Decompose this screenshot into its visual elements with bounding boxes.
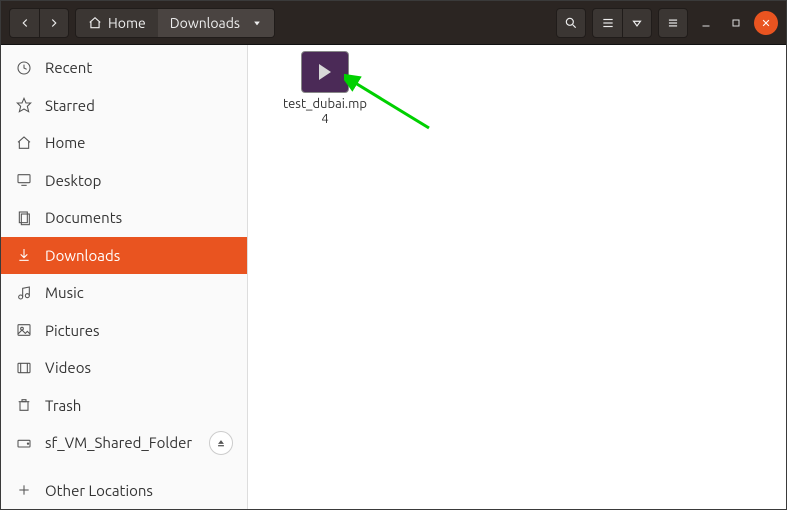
nav-buttons (9, 8, 69, 38)
path-current-label: Downloads (170, 15, 240, 31)
maximize-icon (730, 17, 742, 29)
sidebar-item-label: Documents (45, 209, 122, 226)
minimize-icon (700, 17, 712, 29)
sidebar-item-recent[interactable]: Recent (1, 49, 247, 87)
home-icon (88, 16, 102, 30)
sidebar-item-label: Downloads (45, 247, 120, 264)
video-icon (15, 359, 33, 377)
sidebar-item-shared-folder[interactable]: sf_VM_Shared_Folder (1, 424, 247, 462)
documents-icon (15, 209, 33, 227)
clock-icon (15, 59, 33, 77)
sidebar-item-videos[interactable]: Videos (1, 349, 247, 387)
sidebar-item-music[interactable]: Music (1, 274, 247, 312)
forward-button[interactable] (39, 8, 69, 38)
sidebar-item-label: Desktop (45, 172, 101, 189)
sidebar-item-documents[interactable]: Documents (1, 199, 247, 237)
sidebar-item-label: Starred (45, 97, 95, 114)
body: Recent Starred Home Desktop Documents Do… (1, 45, 786, 509)
sidebar-item-pictures[interactable]: Pictures (1, 312, 247, 350)
path-segment-current[interactable]: Downloads (158, 9, 274, 37)
close-button[interactable] (754, 11, 778, 35)
play-icon (319, 64, 331, 80)
path-bar: Home Downloads (75, 8, 275, 38)
view-buttons (592, 8, 652, 38)
chevron-right-icon (47, 16, 61, 30)
search-button[interactable] (556, 8, 586, 38)
star-icon (15, 96, 33, 114)
sidebar-item-label: sf_VM_Shared_Folder (45, 434, 192, 451)
eject-icon (216, 438, 226, 448)
list-icon (601, 16, 615, 30)
sidebar-item-other-locations[interactable]: Other Locations (1, 472, 247, 509)
path-home-label: Home (108, 15, 146, 31)
chevron-down-icon (252, 18, 262, 28)
search-icon (564, 16, 578, 30)
sidebar-item-label: Music (45, 284, 84, 301)
close-icon (761, 18, 771, 28)
trash-icon (15, 396, 33, 414)
sidebar-item-desktop[interactable]: Desktop (1, 162, 247, 200)
sidebar-item-label: Pictures (45, 322, 100, 339)
view-options-button[interactable] (622, 8, 652, 38)
hamburger-menu-button[interactable] (658, 8, 688, 38)
sidebar-item-home[interactable]: Home (1, 124, 247, 162)
picture-icon (15, 321, 33, 339)
sidebar-item-trash[interactable]: Trash (1, 387, 247, 425)
video-thumbnail (301, 51, 349, 93)
back-button[interactable] (9, 8, 39, 38)
maximize-button[interactable] (724, 11, 748, 35)
path-segment-home[interactable]: Home (76, 9, 158, 37)
file-item[interactable]: test_dubai.mp4 (280, 51, 370, 127)
list-view-button[interactable] (592, 8, 622, 38)
titlebar: Home Downloads (1, 1, 786, 45)
drive-icon (15, 434, 33, 452)
file-manager-window: Home Downloads (0, 0, 787, 510)
file-view[interactable]: test_dubai.mp4 .arrow-annot{left:96px; t… (248, 45, 786, 509)
sidebar-item-label: Videos (45, 359, 91, 376)
file-name: test_dubai.mp4 (280, 97, 370, 127)
sidebar-item-label: Home (45, 134, 85, 151)
sidebar-item-downloads[interactable]: Downloads (1, 237, 247, 275)
eject-button[interactable] (209, 431, 233, 455)
sidebar-item-label: Recent (45, 59, 92, 76)
minimize-button[interactable] (694, 11, 718, 35)
music-icon (15, 284, 33, 302)
sidebar: Recent Starred Home Desktop Documents Do… (1, 45, 248, 509)
chevron-down-icon (630, 16, 644, 30)
hamburger-icon (666, 16, 680, 30)
sidebar-item-starred[interactable]: Starred (1, 87, 247, 125)
chevron-left-icon (18, 16, 32, 30)
download-icon (15, 246, 33, 264)
sidebar-item-label: Other Locations (45, 482, 153, 499)
plus-icon (15, 481, 33, 499)
home-icon (15, 134, 33, 152)
sidebar-item-label: Trash (45, 397, 81, 414)
desktop-icon (15, 171, 33, 189)
